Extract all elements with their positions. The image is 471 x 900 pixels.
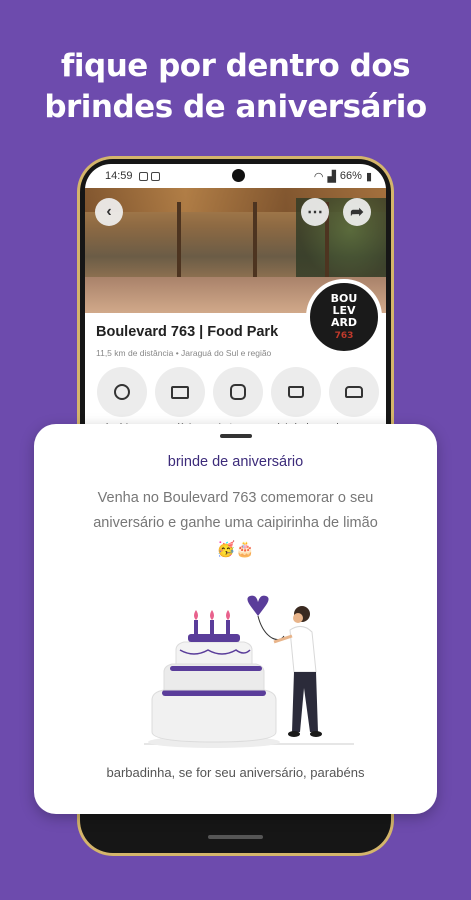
more-button[interactable]: ⋯ [301, 198, 329, 226]
notification-icon [150, 171, 160, 181]
front-camera [232, 169, 245, 182]
action-instagram[interactable]: instagram [212, 367, 263, 431]
battery-icon: ▮ [365, 170, 372, 183]
sheet-description: Venha no Boulevard 763 comemorar o seu a… [93, 490, 378, 531]
birthday-cake-illustration [144, 595, 354, 748]
birthday-sheet: brinde de aniversário Venha no Boulevard… [34, 424, 437, 814]
sheet-footer-text: barbadinha, se for seu aniversário, para… [106, 765, 365, 780]
instagram-icon [229, 384, 246, 400]
home-indicator[interactable] [208, 835, 263, 839]
action-chamar[interactable]: chamar um [328, 367, 379, 431]
action-cardapio[interactable]: cardápio [154, 367, 205, 431]
signal-icon: ▟ [327, 170, 336, 183]
share-icon: ➦ [350, 204, 364, 221]
headline-line-1: fique por dentro dos [60, 48, 411, 84]
chevron-left-icon: ‹ [106, 203, 112, 220]
sheet-title: brinde de aniversário [167, 454, 304, 470]
sheet-drag-handle[interactable] [220, 434, 252, 438]
headline-line-2: brindes de aniversário [44, 89, 427, 125]
status-time: 14:59 [105, 170, 133, 182]
more-icon: ⋯ [307, 204, 323, 221]
clock-icon [113, 384, 130, 400]
headline: fique por dentro dos brindes de aniversá… [0, 46, 471, 128]
action-row: horários cardápio instagram brinde de ch… [96, 367, 379, 431]
share-button[interactable]: ➦ [343, 198, 371, 226]
party-emojis: 🥳🎂 [216, 541, 255, 558]
place-name: Boulevard 763 | Food Park [96, 324, 279, 340]
wifi-icon: ◠ [313, 170, 324, 183]
notification-icon [138, 171, 148, 181]
action-brinde[interactable]: brinde de [270, 367, 321, 431]
car-icon [344, 386, 363, 398]
place-subtitle: 11,5 km de distância • Jaraguá do Sul e … [96, 348, 272, 358]
action-horarios[interactable]: horários [96, 367, 147, 431]
cake-icon [287, 386, 304, 398]
battery-level: 66% [339, 170, 362, 182]
back-button[interactable]: ‹ [95, 198, 123, 226]
book-icon [170, 385, 189, 399]
restaurant-logo: BOU LEV ARD 763 [306, 279, 382, 355]
